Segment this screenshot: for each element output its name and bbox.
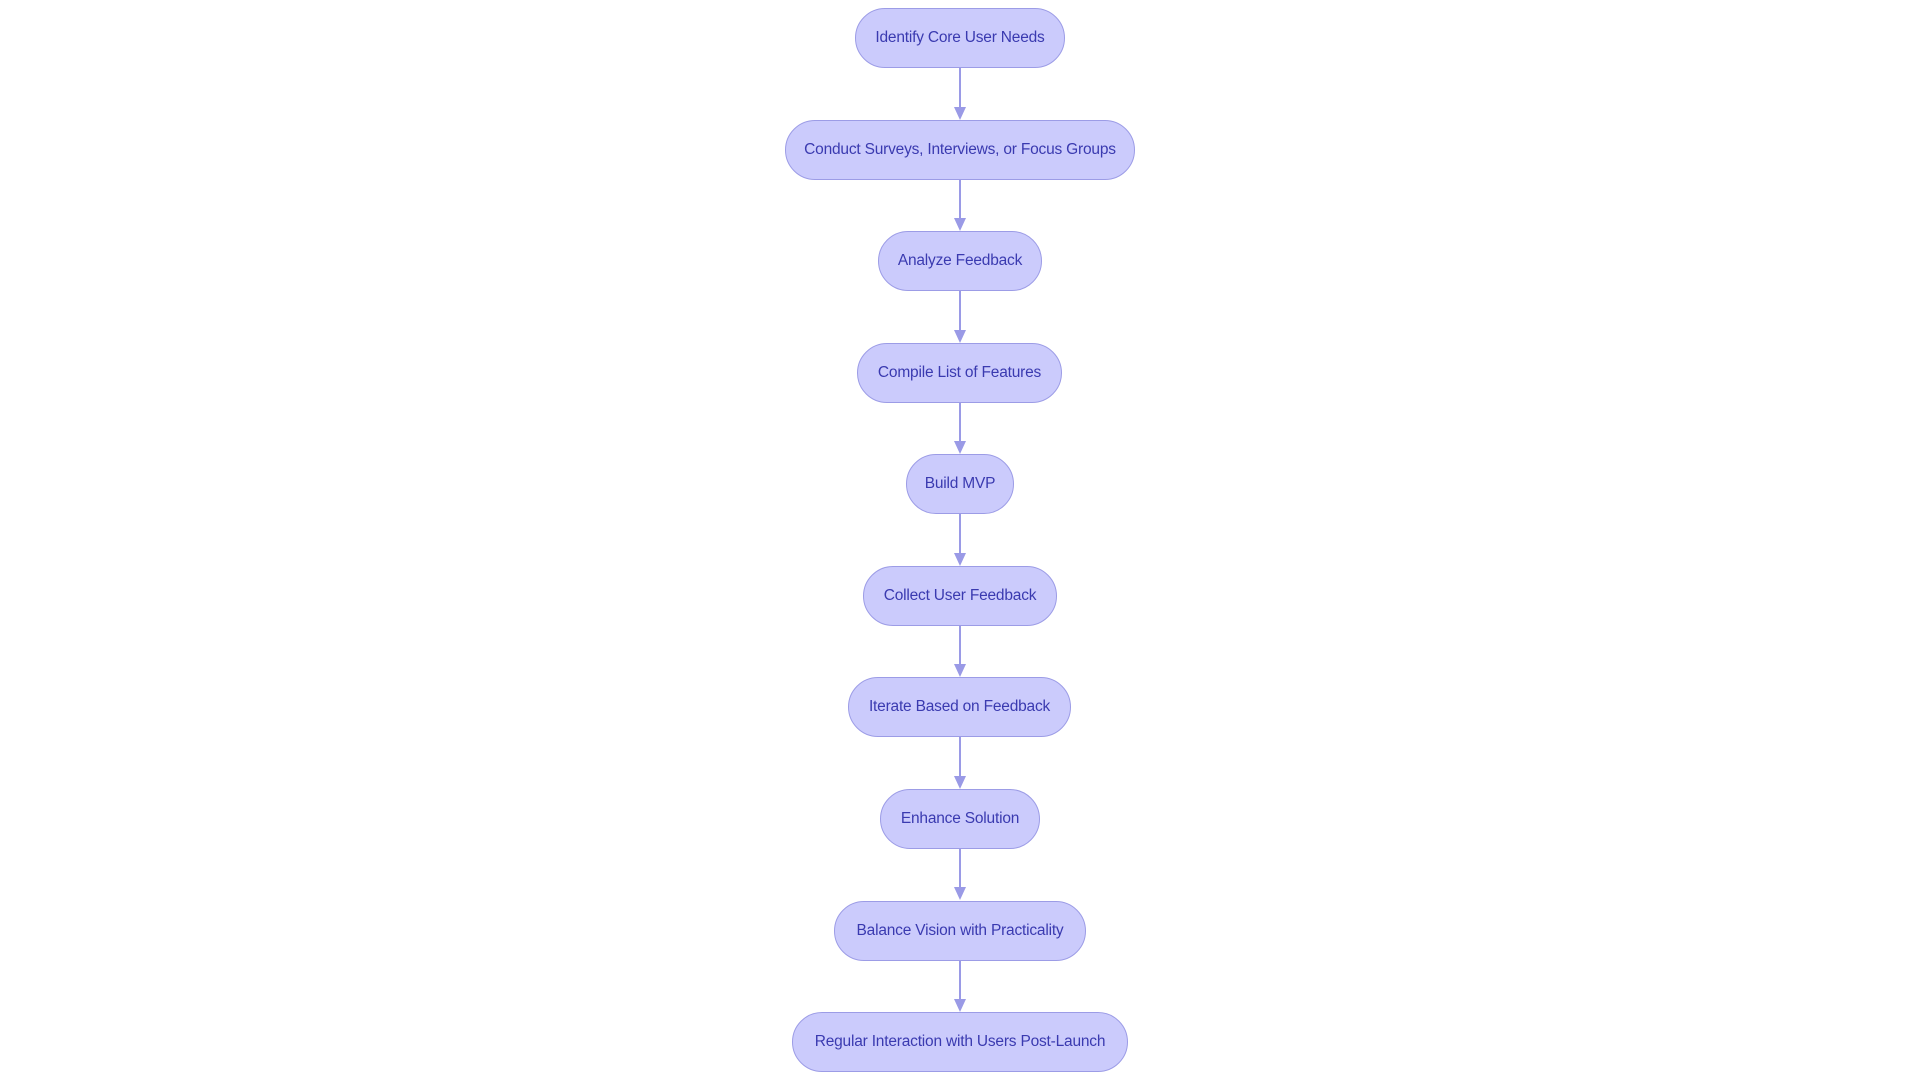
edge-7-8 <box>959 737 961 777</box>
arrowhead-icon <box>954 218 966 231</box>
node-label: Build MVP <box>924 475 996 492</box>
edge-3-4 <box>959 291 961 331</box>
node-conduct-surveys: Conduct Surveys, Interviews, or Focus Gr… <box>785 120 1135 180</box>
arrowhead-icon <box>954 999 966 1012</box>
node-iterate-based-on-feedback: Iterate Based on Feedback <box>848 677 1071 737</box>
node-label: Iterate Based on Feedback <box>868 698 1051 715</box>
node-identify-core-user-needs: Identify Core User Needs <box>855 8 1065 68</box>
arrowhead-icon <box>954 330 966 343</box>
node-label: Collect User Feedback <box>883 587 1037 604</box>
node-label: Enhance Solution <box>900 810 1020 827</box>
arrowhead-icon <box>954 553 966 566</box>
arrowhead-icon <box>954 776 966 789</box>
node-balance-vision: Balance Vision with Practicality <box>834 901 1086 961</box>
edge-5-6 <box>959 514 961 554</box>
node-label: Regular Interaction with Users Post-Laun… <box>814 1033 1106 1050</box>
edge-4-5 <box>959 403 961 442</box>
edge-1-2 <box>959 68 961 108</box>
node-label: Conduct Surveys, Interviews, or Focus Gr… <box>804 141 1116 158</box>
edge-6-7 <box>959 626 961 665</box>
node-compile-list-of-features: Compile List of Features <box>857 343 1062 403</box>
node-label: Identify Core User Needs <box>875 29 1045 46</box>
node-collect-user-feedback: Collect User Feedback <box>863 566 1057 626</box>
edge-8-9 <box>959 849 961 888</box>
edge-9-10 <box>959 961 961 1000</box>
edge-2-3 <box>959 180 961 219</box>
node-label: Balance Vision with Practicality <box>856 922 1064 939</box>
node-build-mvp: Build MVP <box>906 454 1014 514</box>
arrowhead-icon <box>954 441 966 454</box>
arrowhead-icon <box>954 664 966 677</box>
arrowhead-icon <box>954 107 966 120</box>
node-label: Compile List of Features <box>877 364 1042 381</box>
node-enhance-solution: Enhance Solution <box>880 789 1040 849</box>
node-analyze-feedback: Analyze Feedback <box>878 231 1042 291</box>
arrowhead-icon <box>954 887 966 900</box>
flowchart-canvas: Identify Core User Needs Conduct Surveys… <box>0 0 1920 1080</box>
node-regular-interaction: Regular Interaction with Users Post-Laun… <box>792 1012 1128 1072</box>
node-label: Analyze Feedback <box>897 252 1023 269</box>
